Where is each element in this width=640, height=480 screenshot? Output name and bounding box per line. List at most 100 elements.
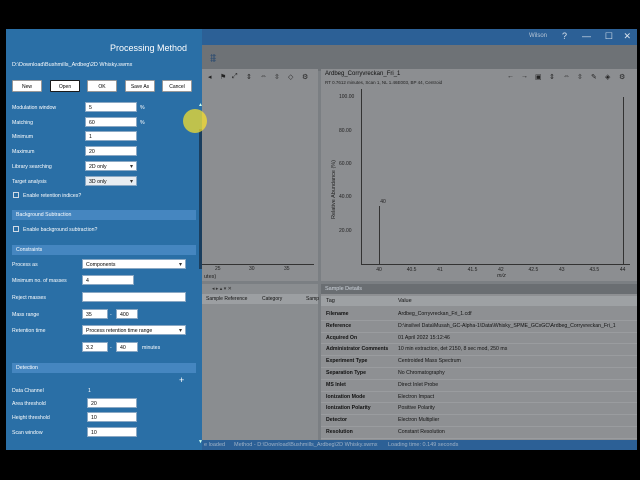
enable-background-checkbox[interactable] [13,226,19,232]
details-value: Ardbeg_Corryvreckan_Fri_1.cdf [398,311,472,317]
details-tag: Experiment Type [326,358,368,365]
x-axis-label: m/z [497,273,506,279]
sample-details: Sample Details Tag Value Filename Ardbeg_… [321,284,637,450]
status-time: Loading time: 0.149 seconds [388,442,459,448]
next-icon[interactable]: → [521,73,528,80]
save-icon[interactable]: ▣ [535,73,542,81]
y-tick: 20.00 [339,227,352,234]
x-tick: 41.5 [467,267,478,273]
retention-time-select[interactable]: Process retention time range [82,325,186,336]
minimum-input[interactable]: 1 [85,131,137,141]
min-masses-input[interactable]: 4 [82,275,134,285]
cancel-button[interactable]: Cancel [162,80,192,92]
maximize-button[interactable]: ☐ [605,31,613,42]
rt-unit: minutes [142,345,161,351]
rt-to-input[interactable]: 40 [116,342,138,352]
height-threshold-label: Height threshold [12,415,50,421]
mass-range-sep: - [110,312,112,318]
sample-details-header: Sample Details [321,284,637,294]
settings-icon[interactable]: ⚙ [302,73,308,81]
x-tick: 42.5 [528,267,539,273]
data-channel-label: Data Channel [12,388,44,394]
flag-icon[interactable]: ⚑ [220,73,226,81]
mass-range-to-input[interactable]: 400 [116,309,138,319]
nav-icons[interactable]: ◂ ▸ ▴ ▾ ✕ [212,286,232,292]
zoom-x-icon[interactable]: ⇔ [563,73,570,80]
scroll-up-icon[interactable]: ▲ [198,102,202,108]
cursor-highlight [183,109,207,133]
spectrum-panel[interactable]: Ardbeg_Corryvreckan_Fri_1 RT 0.7612 minu… [321,69,637,281]
details-tag: Separation Type [326,370,366,376]
detection-section-header: Detection [12,363,196,373]
dialog-title: Processing Method [110,43,188,53]
col-sample-reference[interactable]: Sample Reference [206,296,247,302]
sample-table[interactable]: ◂ ▸ ▴ ▾ ✕ Sample Reference Category Samp [202,284,319,450]
height-threshold-input[interactable]: 10 [87,412,137,422]
details-value: D:\insilvel Data\Musah_GC-Alpha-1\Data\W… [398,322,616,329]
x-tick: 40 [376,267,382,273]
col-samp[interactable]: Samp [306,296,319,302]
maximum-input[interactable]: 20 [85,146,137,156]
x-tick: 25 [215,266,221,272]
save-as-button[interactable]: Save As [125,80,155,92]
fit-icon[interactable]: ⇕ [549,73,555,81]
details-tag: Administrator Comments [326,346,389,353]
sample-table-header: Sample Reference Category Samp [202,294,319,304]
zoom-x-icon[interactable]: ⇔ [260,73,267,80]
rt-range-sep: - [110,345,112,351]
spectrum-peak[interactable] [379,205,381,264]
area-threshold-input[interactable]: 20 [87,398,137,408]
col-value[interactable]: Value [398,298,412,304]
enable-ri-checkbox[interactable] [13,192,19,198]
user-name[interactable]: Wilson [529,33,547,39]
chromatogram-panel[interactable]: ◂ ⚑ ⤢ ⇕ ⇔ ⇳ ◇ ⚙ 25 30 35 utes) [202,69,318,281]
process-as-select[interactable]: Components [82,259,186,270]
help-button[interactable]: ? [562,31,567,41]
status-bar: e loaded Method - D:\Download\Bushmills_… [202,440,637,450]
expand-icon[interactable]: ⤢ [232,73,238,81]
scan-window-input[interactable]: 10 [87,427,137,437]
settings-icon[interactable]: ⚙ [619,73,625,81]
x-tick: 44 [619,267,626,273]
prev-icon[interactable]: ◂ [208,73,212,81]
modulation-window-label: Modulation window [12,105,57,111]
details-tag: Acquired On [326,334,358,341]
mass-range-from-input[interactable]: 35 [82,309,108,319]
ok-button[interactable]: OK [87,80,117,92]
mass-range-label: Mass range [12,312,40,318]
col-category[interactable]: Category [262,296,282,302]
fit-icon[interactable]: ⇕ [246,73,252,81]
label-icon[interactable]: ◇ [288,73,293,81]
minimize-button[interactable]: — [582,31,591,41]
label-icon[interactable]: ✎ [591,73,597,81]
scan-window-label: Scan window [12,430,43,436]
scroll-down-icon[interactable]: ▼ [198,439,202,445]
library-searching-select[interactable]: 2D only [85,161,137,172]
enable-background-label: Enable background subtraction? [23,227,98,233]
details-tag: Resolution [326,429,353,435]
new-button[interactable]: New [12,80,42,92]
details-tag: Reference [326,322,352,329]
spectrum-peak[interactable] [622,97,624,264]
close-button[interactable]: ✕ [623,31,631,42]
enable-ri-label: Enable retention indices? [23,193,82,199]
col-tag[interactable]: Tag [326,298,335,304]
matching-input[interactable]: 60 [85,117,137,127]
details-value: Electron Impact [398,393,435,400]
prev-icon[interactable]: ← [507,73,514,80]
details-tag: Filename [326,311,349,317]
open-button[interactable]: Open [50,80,80,92]
reject-masses-input[interactable] [82,292,186,302]
rt-from-input[interactable]: 3.2 [82,342,108,352]
zoom-y-icon[interactable]: ⇳ [577,73,583,81]
zoom-y-icon[interactable]: ⇳ [274,73,280,81]
target-analysis-select[interactable]: 3D only [85,176,137,187]
add-icon[interactable]: + [179,375,184,385]
tag-icon[interactable]: ◈ [605,73,610,81]
processing-method-dialog: Processing Method D:\Download\Bushmills_… [6,29,202,450]
minimum-label: Minimum [12,134,34,140]
modulation-window-input[interactable]: 5 [85,102,137,112]
chart-icon[interactable]: ⩩ [210,51,216,66]
min-masses-label: Minimum no. of masses [12,278,67,284]
dialog-scrollbar[interactable] [199,129,202,269]
